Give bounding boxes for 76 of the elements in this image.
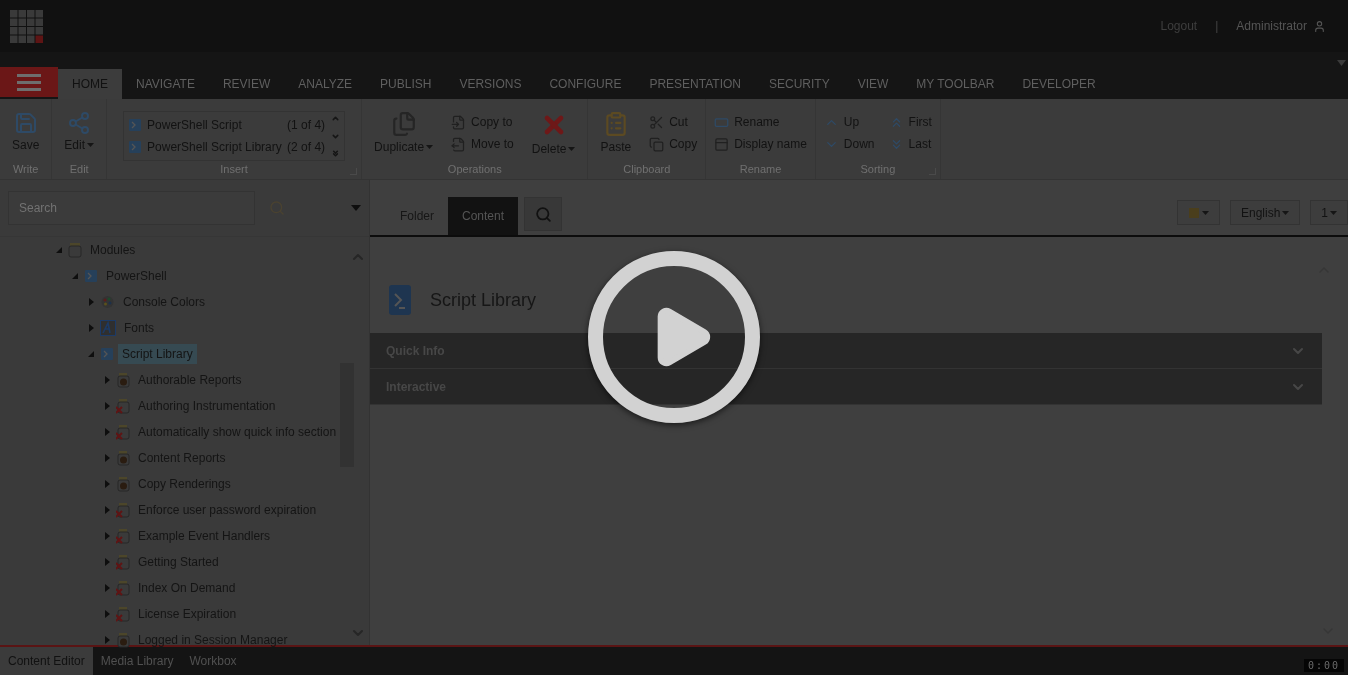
collapsed-arrow-icon[interactable]	[102, 531, 112, 541]
expanded-arrow-icon[interactable]	[70, 271, 80, 281]
collapsed-arrow-icon[interactable]	[102, 479, 112, 489]
caret-icon	[1330, 210, 1337, 215]
caret-icon	[426, 145, 434, 149]
disabled-jar-icon	[116, 554, 130, 570]
jar-icon	[116, 450, 130, 466]
dropdown-caret-icon[interactable]	[351, 205, 361, 211]
collapsed-arrow-icon[interactable]	[102, 609, 112, 619]
user-name[interactable]: Administrator	[1236, 19, 1307, 33]
separator: |	[1215, 19, 1219, 33]
collapsed-arrow-icon[interactable]	[86, 297, 96, 307]
jar-icon	[116, 476, 130, 492]
ribbon-tab[interactable]: SECURITY	[755, 69, 844, 99]
ribbon-tab[interactable]: ANALYZE	[284, 69, 367, 99]
caret-icon	[1201, 210, 1209, 215]
search-icon	[534, 205, 552, 223]
collapsed-arrow-icon[interactable]	[102, 505, 112, 515]
expand-icon[interactable]	[331, 149, 341, 158]
collapsed-arrow-icon[interactable]	[102, 375, 112, 385]
copy-icon	[649, 136, 665, 152]
ribbon-tab[interactable]: VIEW	[843, 69, 903, 99]
scissors-icon	[649, 114, 665, 130]
script-library-icon	[100, 347, 114, 361]
jar-icon	[68, 242, 82, 258]
search-button[interactable]	[524, 197, 563, 231]
bottom-tab[interactable]: Media Library	[92, 647, 182, 675]
caret-icon	[1282, 210, 1290, 215]
caret-icon	[87, 143, 95, 147]
collapsed-arrow-icon[interactable]	[102, 453, 112, 463]
ribbon-tab[interactable]: VERSIONS	[445, 69, 536, 99]
tree-item[interactable]: Script Library	[118, 344, 197, 364]
jar-icon	[116, 372, 130, 388]
collapsed-arrow-icon[interactable]	[86, 323, 96, 333]
caret-icon	[568, 147, 576, 151]
ribbon-tab[interactable]: MY TOOLBAR	[902, 69, 1009, 99]
ribbon-tab[interactable]: DEVELOPER	[1008, 69, 1110, 99]
palette-icon	[100, 295, 115, 309]
collapsed-arrow-icon[interactable]	[102, 557, 112, 567]
menu-button[interactable]	[0, 67, 58, 97]
script-library-icon	[386, 284, 414, 316]
script-icon	[128, 118, 143, 132]
play-button[interactable]	[588, 251, 760, 423]
scroll-up-icon[interactable]	[331, 114, 341, 123]
disabled-jar-icon	[116, 398, 130, 414]
collapsed-arrow-icon[interactable]	[102, 635, 112, 645]
copy-to-icon	[451, 114, 467, 130]
ribbon-tab[interactable]: REVIEW	[208, 69, 285, 99]
ribbon-tab[interactable]: NAVIGATE	[122, 69, 209, 99]
collapsed-arrow-icon[interactable]	[102, 583, 112, 593]
collapsed-arrow-icon[interactable]	[102, 427, 112, 437]
icon-dropdown[interactable]	[1176, 200, 1220, 225]
ribbon-tab[interactable]: PRESENTATION	[635, 69, 755, 99]
font-icon	[100, 320, 116, 336]
bottom-tab[interactable]: Workbox	[181, 647, 245, 675]
expanded-arrow-icon[interactable]	[86, 349, 96, 359]
expanded-arrow-icon[interactable]	[54, 245, 64, 255]
jar-icon	[116, 632, 130, 648]
disabled-jar-icon	[116, 606, 130, 622]
disabled-jar-icon	[116, 424, 130, 440]
collapsed-arrow-icon[interactable]	[102, 401, 112, 411]
editor-tab[interactable]: Content	[448, 197, 519, 235]
save-icon	[13, 111, 38, 135]
ribbon-tab[interactable]: PUBLISH	[366, 69, 446, 99]
powershell-icon	[84, 269, 98, 283]
script-icon	[128, 140, 143, 154]
disabled-jar-icon	[116, 502, 130, 518]
user-icon	[1313, 19, 1326, 33]
disabled-jar-icon	[116, 580, 130, 596]
video-time: 0:00	[1303, 659, 1344, 672]
collapse-caret-icon[interactable]	[1337, 60, 1346, 66]
disabled-jar-icon	[116, 528, 130, 544]
move-to-icon	[451, 136, 467, 152]
ribbon-tab[interactable]: CONFIGURE	[535, 69, 636, 99]
app-grid-icon[interactable]	[10, 9, 43, 43]
display-name-icon	[714, 136, 730, 152]
